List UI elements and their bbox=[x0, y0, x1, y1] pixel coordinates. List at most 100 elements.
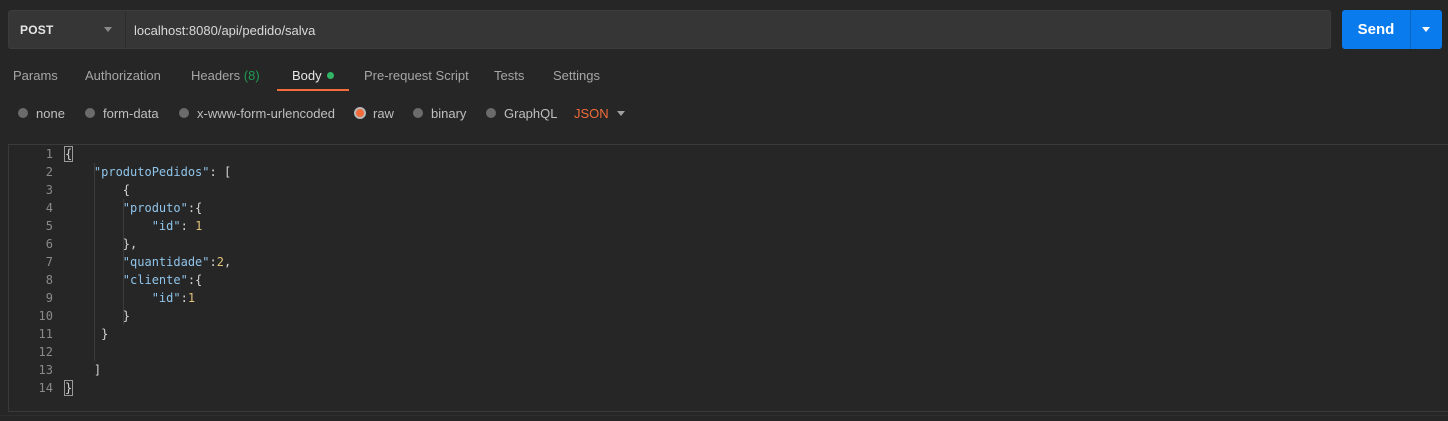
json-number: 1 bbox=[187, 291, 196, 305]
json-key: "id" bbox=[151, 291, 181, 305]
radio-label: x-www-form-urlencoded bbox=[197, 106, 335, 121]
line-number: 4 bbox=[45, 201, 53, 215]
code-line: "cliente":{ bbox=[65, 271, 202, 289]
divider bbox=[0, 415, 1448, 416]
tab-label: Authorization bbox=[85, 68, 161, 83]
line-number: 5 bbox=[45, 219, 53, 233]
json-number: 1 bbox=[195, 219, 203, 233]
json-key: "produto" bbox=[122, 201, 188, 215]
line-number: 14 bbox=[38, 381, 53, 395]
code-line: ] bbox=[65, 361, 101, 379]
send-button[interactable]: Send bbox=[1342, 10, 1410, 49]
code-text: : bbox=[180, 291, 188, 305]
code-text: } bbox=[65, 309, 131, 323]
line-number-gutter: 1 2 3 4 5 6 7 8 9 10 11 12 13 14 bbox=[9, 145, 57, 411]
method-select[interactable]: POST bbox=[9, 11, 126, 48]
line-number: 10 bbox=[38, 309, 53, 323]
tab-pre-request-script[interactable]: Pre-request Script bbox=[364, 62, 469, 92]
tab-body[interactable]: Body bbox=[292, 62, 334, 92]
code-line: } bbox=[65, 325, 108, 343]
send-button-group: Send bbox=[1342, 10, 1442, 49]
radio-label: raw bbox=[373, 106, 394, 121]
code-text: { bbox=[63, 146, 74, 162]
radio-label: form-data bbox=[103, 106, 159, 121]
line-number: 11 bbox=[38, 327, 53, 341]
code-line: "produto":{ bbox=[65, 199, 202, 217]
headers-count: (8) bbox=[243, 68, 260, 83]
radio-icon bbox=[85, 108, 95, 118]
json-key: "quantidade" bbox=[122, 255, 210, 269]
radio-icon bbox=[413, 108, 423, 118]
tab-label: Body bbox=[292, 68, 322, 83]
json-key: "cliente" bbox=[122, 273, 188, 287]
code-text: :{ bbox=[187, 201, 203, 215]
json-key: "produtoPedidos" bbox=[93, 165, 210, 179]
body-status-dot bbox=[326, 72, 334, 79]
chevron-down-icon[interactable] bbox=[617, 111, 625, 116]
body-code-editor[interactable]: 1 2 3 4 5 6 7 8 9 10 11 12 13 14 { "produtoPedidos": … bbox=[8, 144, 1448, 412]
tab-settings[interactable]: Settings bbox=[553, 62, 600, 92]
tab-tests[interactable]: Tests bbox=[494, 62, 524, 92]
radio-icon bbox=[18, 108, 28, 118]
line-number: 1 bbox=[45, 147, 53, 161]
code-text: ] bbox=[65, 363, 102, 377]
tab-label: Headers bbox=[191, 68, 241, 83]
json-key: "id" bbox=[151, 219, 181, 233]
code-text: } bbox=[63, 380, 74, 396]
code-line: { bbox=[63, 145, 74, 163]
line-number: 2 bbox=[45, 165, 53, 179]
code-line: "id": 1 bbox=[65, 217, 203, 235]
radio-label: binary bbox=[431, 106, 467, 121]
tab-label: Pre-request Script bbox=[364, 68, 469, 83]
code-line: "quantidade":2, bbox=[65, 253, 231, 271]
send-label: Send bbox=[1357, 21, 1395, 38]
chevron-down-icon bbox=[104, 27, 112, 32]
radio-label: none bbox=[36, 106, 65, 121]
tab-label: Tests bbox=[494, 68, 525, 83]
code-line: }, bbox=[65, 235, 137, 253]
code-text: } bbox=[65, 327, 109, 341]
line-number: 8 bbox=[45, 273, 53, 287]
request-url-bar: POST bbox=[8, 10, 1331, 49]
code-text: }, bbox=[65, 237, 138, 251]
line-number: 7 bbox=[45, 255, 53, 269]
code-text: { bbox=[65, 183, 131, 197]
line-number: 9 bbox=[45, 291, 53, 305]
tab-headers[interactable]: Headers (8) bbox=[191, 62, 260, 92]
raw-format-select[interactable]: JSON bbox=[574, 106, 609, 121]
radio-checked-icon bbox=[354, 107, 366, 119]
code-line: "produtoPedidos": [ bbox=[65, 163, 231, 181]
code-line: } bbox=[63, 379, 74, 397]
tab-authorization[interactable]: Authorization bbox=[85, 62, 161, 92]
method-label: POST bbox=[20, 23, 54, 37]
line-number: 12 bbox=[38, 345, 53, 359]
radio-label: GraphQL bbox=[504, 106, 558, 121]
line-number: 13 bbox=[38, 363, 53, 377]
code-line: } bbox=[65, 307, 130, 325]
send-options-button[interactable] bbox=[1411, 10, 1442, 49]
code-text: : bbox=[209, 255, 217, 269]
code-text: :{ bbox=[187, 273, 203, 287]
line-number: 3 bbox=[45, 183, 53, 197]
json-number: 2 bbox=[216, 255, 224, 269]
active-tab-indicator bbox=[277, 89, 349, 91]
code-line: { bbox=[65, 181, 130, 199]
code-area[interactable]: { "produtoPedidos": [ { "produto":{ "id"… bbox=[63, 145, 1448, 411]
line-number: 6 bbox=[45, 237, 53, 251]
code-text: : [ bbox=[209, 165, 232, 179]
tab-params[interactable]: Params bbox=[13, 62, 58, 92]
radio-icon bbox=[179, 108, 189, 118]
url-input[interactable] bbox=[134, 21, 1314, 39]
radio-icon bbox=[486, 108, 496, 118]
tab-label: Params bbox=[13, 68, 58, 83]
tab-label: Settings bbox=[553, 68, 600, 83]
code-line: "id":1 bbox=[65, 289, 195, 307]
code-text: , bbox=[223, 255, 232, 269]
body-type-selector: none form-data x-www-form-urlencoded raw… bbox=[0, 103, 700, 125]
